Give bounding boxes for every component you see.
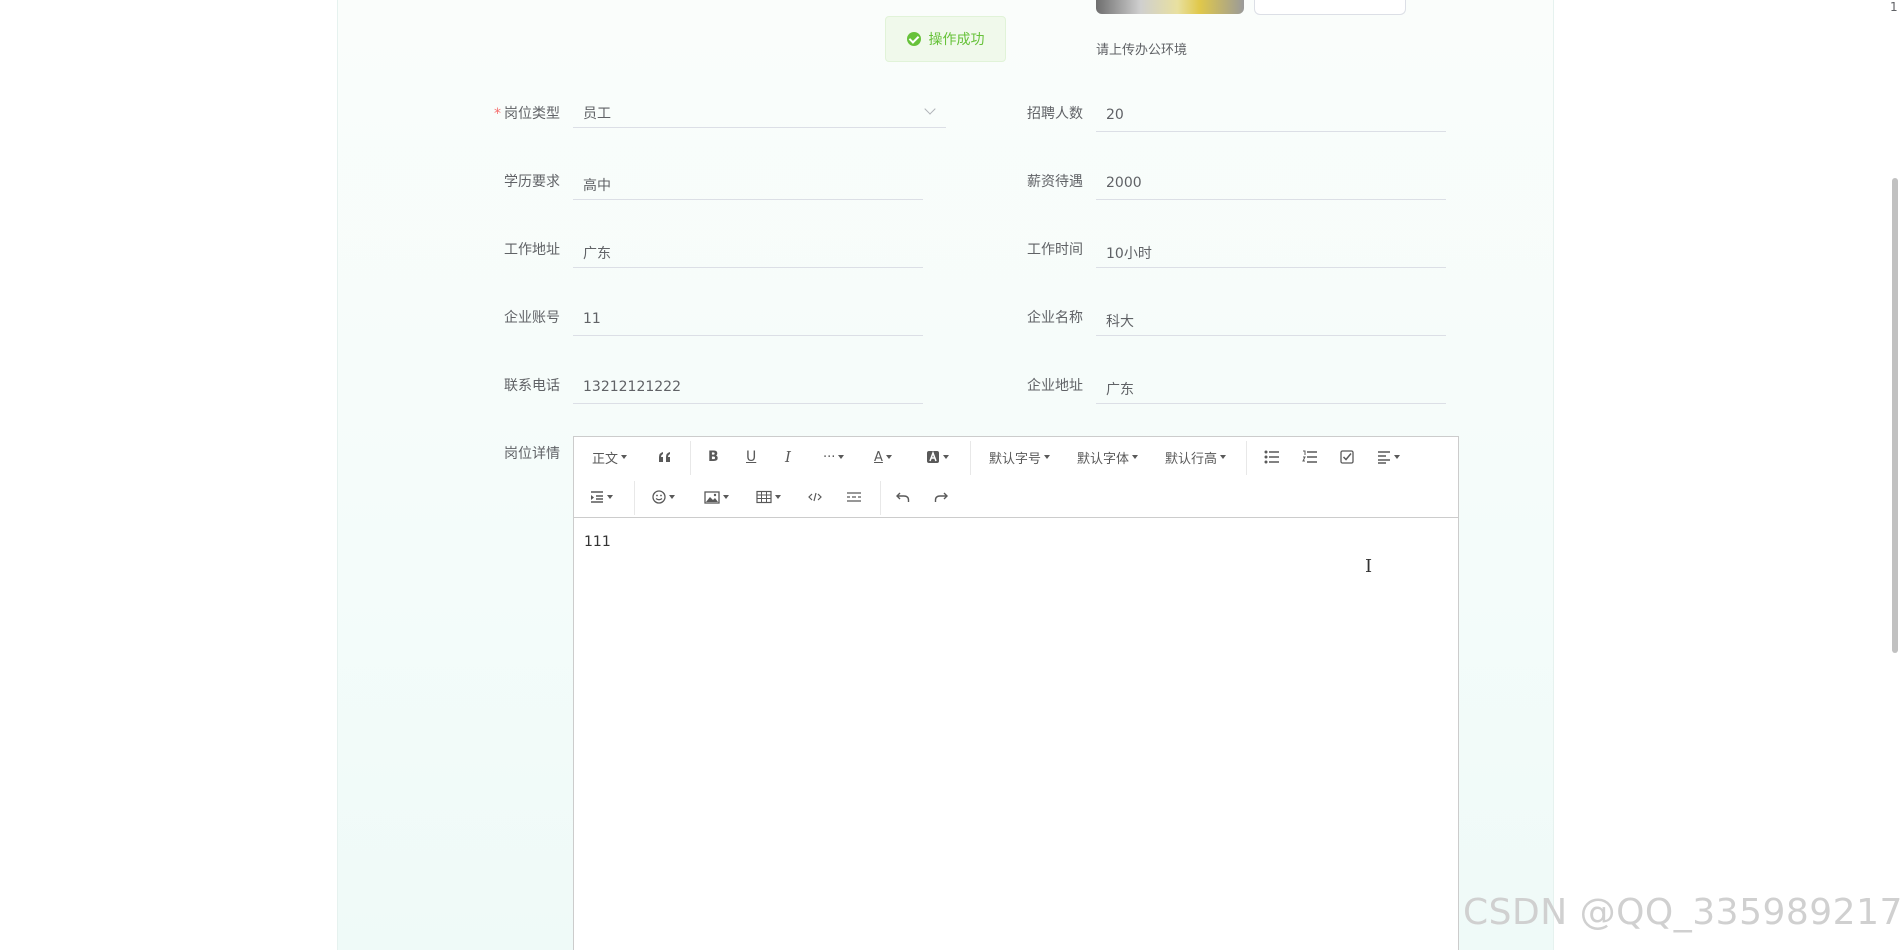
headcount-value: 20: [1106, 107, 1124, 123]
upload-tip: 请上传办公环境: [1096, 43, 1188, 58]
company-name-input[interactable]: 科大: [1096, 304, 1446, 336]
code-icon[interactable]: [808, 486, 822, 508]
label-phone: 联系电话: [504, 378, 560, 394]
quote-icon[interactable]: [658, 446, 672, 468]
phone-input[interactable]: 13212121222: [573, 372, 923, 404]
job-type-value: 员工: [583, 106, 611, 122]
company-account-input[interactable]: 11: [573, 304, 923, 336]
bold-icon[interactable]: B: [708, 446, 719, 468]
label-company-address: 企业地址: [1027, 378, 1083, 394]
toast-message: 操作成功: [928, 32, 985, 48]
divider-icon[interactable]: [846, 486, 862, 508]
salary-input[interactable]: 2000: [1096, 168, 1446, 200]
label-work-hours: 工作时间: [1027, 242, 1083, 258]
work-hours-input[interactable]: 10小时: [1096, 236, 1446, 268]
todo-checkbox-icon[interactable]: [1340, 446, 1354, 468]
editor-toolbar: 正文 B U I ··· A 默认字号 默认字体 默认行高: [574, 437, 1458, 518]
font-family-dropdown[interactable]: 默认字体: [1077, 446, 1139, 468]
label-company-account: 企业账号: [504, 310, 560, 326]
undo-icon[interactable]: [896, 486, 910, 508]
editor-content-area[interactable]: 111: [584, 534, 611, 550]
label-job-type-text: 岗位类型: [504, 106, 560, 122]
underline-icon[interactable]: U: [746, 446, 756, 468]
label-salary: 薪资待遇: [1027, 174, 1083, 190]
label-company-name: 企业名称: [1027, 310, 1083, 326]
label-job-detail: 岗位详情: [504, 446, 560, 462]
work-address-value: 广东: [583, 246, 611, 262]
upload-button[interactable]: [1254, 0, 1406, 15]
italic-icon[interactable]: I: [785, 446, 791, 468]
label-education: 学历要求: [504, 174, 560, 190]
heading-label: 正文: [592, 451, 619, 467]
font-size-label: 默认字号: [989, 451, 1042, 467]
work-address-input[interactable]: 广东: [573, 236, 923, 268]
image-icon[interactable]: [704, 486, 729, 508]
numbered-list-icon[interactable]: [1302, 446, 1318, 468]
company-name-value: 科大: [1106, 314, 1134, 330]
education-value: 高中: [583, 178, 611, 194]
chevron-down-icon: [924, 103, 936, 115]
more-styles-icon[interactable]: ···: [823, 446, 845, 468]
check-circle-icon: [906, 32, 921, 46]
emoji-icon[interactable]: [652, 486, 675, 508]
office-photo-thumbnail[interactable]: [1096, 0, 1244, 14]
label-work-address: 工作地址: [504, 242, 560, 258]
font-size-dropdown[interactable]: 默认字号: [989, 446, 1051, 468]
work-hours-value: 10小时: [1106, 246, 1152, 262]
line-height-label: 默认行高: [1165, 451, 1218, 467]
headcount-input[interactable]: 20: [1096, 100, 1446, 132]
label-headcount: 招聘人数: [1027, 106, 1083, 122]
indent-icon[interactable]: [590, 486, 613, 508]
csdn-watermark: CSDN @QQ_3359892174: [1463, 892, 1904, 933]
required-mark: *: [494, 106, 501, 122]
line-height-dropdown[interactable]: 默认行高: [1165, 446, 1227, 468]
success-toast: 操作成功: [885, 16, 1006, 62]
label-job-type: * 岗位类型: [450, 103, 560, 123]
education-input[interactable]: 高中: [573, 168, 923, 200]
phone-value: 13212121222: [583, 379, 681, 395]
redo-icon[interactable]: [934, 486, 948, 508]
bullet-list-icon[interactable]: [1264, 446, 1280, 468]
table-icon[interactable]: [756, 486, 781, 508]
salary-value: 2000: [1106, 175, 1142, 191]
job-type-select[interactable]: 员工: [573, 96, 946, 128]
font-family-label: 默认字体: [1077, 451, 1130, 467]
company-account-value: 11: [583, 311, 601, 327]
rich-text-editor: 正文 B U I ··· A 默认字号 默认字体 默认行高 111: [573, 436, 1459, 950]
company-address-input[interactable]: 广东: [1096, 372, 1446, 404]
heading-dropdown[interactable]: 正文: [592, 446, 628, 468]
scrollbar-thumb[interactable]: [1892, 178, 1898, 653]
align-icon[interactable]: [1377, 446, 1400, 468]
text-cursor-icon: I: [1365, 556, 1373, 577]
company-address-value: 广东: [1106, 382, 1134, 398]
font-color-icon[interactable]: A: [874, 446, 892, 468]
background-color-icon[interactable]: [926, 446, 949, 468]
